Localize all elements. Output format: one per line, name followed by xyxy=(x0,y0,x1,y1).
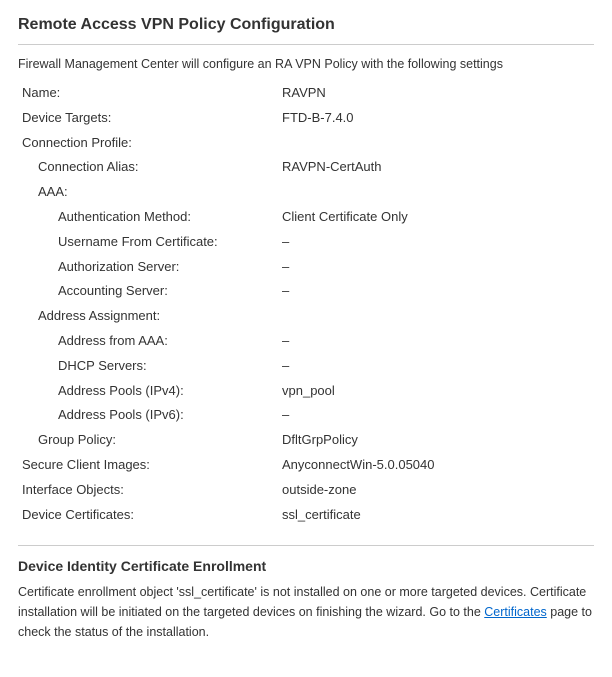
table-row: Address Pools (IPv4):vpn_pool xyxy=(18,379,594,404)
field-value xyxy=(278,131,594,156)
table-row: Address Pools (IPv6):– xyxy=(18,403,594,428)
table-row: Secure Client Images:AnyconnectWin-5.0.0… xyxy=(18,453,594,478)
field-label: Device Certificates: xyxy=(18,503,278,528)
table-row: Connection Profile: xyxy=(18,131,594,156)
field-value: DfltGrpPolicy xyxy=(278,428,594,453)
cert-description: Certificate enrollment object 'ssl_certi… xyxy=(18,582,594,642)
intro-text: Firewall Management Center will configur… xyxy=(18,57,594,71)
page-wrapper: Remote Access VPN Policy Configuration F… xyxy=(0,0,612,658)
table-row: DHCP Servers:– xyxy=(18,354,594,379)
field-value: vpn_pool xyxy=(278,379,594,404)
field-value: FTD-B-7.4.0 xyxy=(278,106,594,131)
table-row: Address from AAA:– xyxy=(18,329,594,354)
table-row: Username From Certificate:– xyxy=(18,230,594,255)
table-row: Device Targets:FTD-B-7.4.0 xyxy=(18,106,594,131)
table-row: Group Policy:DfltGrpPolicy xyxy=(18,428,594,453)
field-label: Address Pools (IPv4): xyxy=(18,379,278,404)
table-row: Authentication Method:Client Certificate… xyxy=(18,205,594,230)
field-value: – xyxy=(278,403,594,428)
field-label: Accounting Server: xyxy=(18,279,278,304)
field-label: Interface Objects: xyxy=(18,478,278,503)
field-label: Address Pools (IPv6): xyxy=(18,403,278,428)
table-row: Accounting Server:– xyxy=(18,279,594,304)
field-value xyxy=(278,180,594,205)
table-row: Authorization Server:– xyxy=(18,255,594,280)
field-value: ssl_certificate xyxy=(278,503,594,528)
field-value: outside-zone xyxy=(278,478,594,503)
field-label: Address from AAA: xyxy=(18,329,278,354)
table-row: AAA: xyxy=(18,180,594,205)
field-label: Group Policy: xyxy=(18,428,278,453)
section2-title: Device Identity Certificate Enrollment xyxy=(18,558,594,574)
field-label: DHCP Servers: xyxy=(18,354,278,379)
table-row: Interface Objects:outside-zone xyxy=(18,478,594,503)
field-value: AnyconnectWin-5.0.05040 xyxy=(278,453,594,478)
field-value: – xyxy=(278,230,594,255)
table-row: Address Assignment: xyxy=(18,304,594,329)
field-label: Authentication Method: xyxy=(18,205,278,230)
field-label: AAA: xyxy=(18,180,278,205)
field-value: – xyxy=(278,279,594,304)
table-row: Name:RAVPN xyxy=(18,81,594,106)
field-label: Secure Client Images: xyxy=(18,453,278,478)
field-label: Name: xyxy=(18,81,278,106)
config-table: Name:RAVPNDevice Targets:FTD-B-7.4.0Conn… xyxy=(18,81,594,527)
page-title: Remote Access VPN Policy Configuration xyxy=(18,16,594,45)
field-label: Address Assignment: xyxy=(18,304,278,329)
field-value: RAVPN xyxy=(278,81,594,106)
field-value: RAVPN-CertAuth xyxy=(278,155,594,180)
field-value: Client Certificate Only xyxy=(278,205,594,230)
field-label: Connection Profile: xyxy=(18,131,278,156)
field-label: Device Targets: xyxy=(18,106,278,131)
field-value: – xyxy=(278,354,594,379)
field-value: – xyxy=(278,329,594,354)
field-label: Username From Certificate: xyxy=(18,230,278,255)
field-label: Connection Alias: xyxy=(18,155,278,180)
certificates-link[interactable]: Certificates xyxy=(484,605,547,619)
field-label: Authorization Server: xyxy=(18,255,278,280)
field-value: – xyxy=(278,255,594,280)
field-value xyxy=(278,304,594,329)
table-row: Connection Alias:RAVPN-CertAuth xyxy=(18,155,594,180)
section-divider xyxy=(18,545,594,546)
table-row: Device Certificates:ssl_certificate xyxy=(18,503,594,528)
